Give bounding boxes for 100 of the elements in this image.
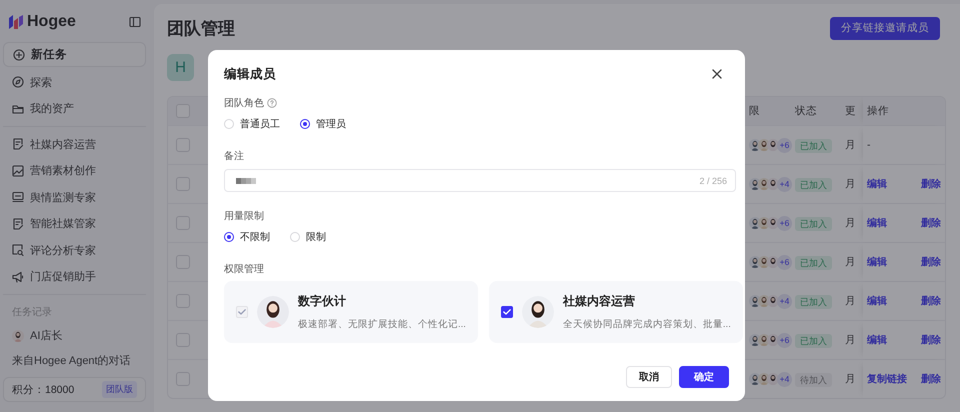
avatar-icon [749,373,761,385]
action-link[interactable]: 编辑 [867,294,887,308]
folder-icon [12,102,24,115]
nav-item[interactable]: 社媒内容运营 [3,131,146,158]
review-icon [12,244,24,256]
table-cell-text: 月 [845,177,857,191]
history-item[interactable]: 来自Hogee Agent的对话 [3,348,146,373]
avatar-icon [767,217,779,229]
sidebar-toggle-icon[interactable] [129,16,141,28]
checkbox[interactable] [500,306,513,318]
avatar-icon [767,256,779,268]
action-link[interactable]: 删除 [921,372,941,386]
page-title: 团队管理 [167,18,235,40]
logo-text: Hogee [27,13,76,31]
nav-item[interactable]: 我的资产 [3,96,146,122]
table-cell-text: 月 [845,255,857,269]
agent-description: 极速部署、无限扩展技能、个性化记... [298,318,466,331]
dialog-title: 编辑成员 [224,66,276,82]
check-icon [502,309,511,315]
agent-name: 社媒内容运营 [562,293,636,310]
team-avatar: H [167,54,194,81]
table-cell: - [867,139,870,151]
new-task-button[interactable]: 新任务 [3,42,146,67]
action-link[interactable]: 复制链接 [867,372,907,386]
action-link[interactable]: 删除 [921,177,941,191]
plan-badge: 团队版 [102,381,137,398]
radio-option[interactable]: 限制 [290,229,326,245]
avatar-icon [749,217,761,229]
status-tag: 已加入 [795,178,832,192]
column-header: 状态 [795,104,818,118]
table-cell-text: 月 [845,294,857,308]
agent-card[interactable]: 社媒内容运营 全天候协同品牌完成内容策划、批量... [488,281,743,343]
action-link[interactable]: 编辑 [867,216,887,230]
nav-item[interactable]: 营销素材创作 [3,158,146,184]
action-link[interactable]: 编辑 [867,255,887,269]
nav-item[interactable]: 舆情监测专家 [3,184,146,210]
history-item[interactable]: AI店长 [3,323,146,348]
avatar-icon [749,178,761,190]
column-header: 限 [749,104,761,118]
agent-name: 数字伙计 [298,293,347,310]
avatar-icon [767,178,779,190]
avatar-icon [749,334,761,346]
plus-circle-icon [13,48,25,60]
status-tag: 已加入 [795,295,832,309]
note-icon [12,218,24,230]
nav-item[interactable]: 智能社媒管家 [3,210,146,237]
count-badge: +6 [777,216,792,230]
table-cell-text: 月 [845,216,857,230]
action-link[interactable]: 删除 [921,294,941,308]
logo-icon [8,14,24,30]
table-cell-text: 月 [845,333,857,347]
field-label: 用量限制 [224,210,264,223]
action-link[interactable]: 删除 [921,255,941,269]
count-badge: +6 [777,254,792,270]
avatar-icon [749,256,761,268]
table-cell-text: 月 [845,372,857,386]
count-badge: +6 [777,332,792,348]
nav-item[interactable]: 评论分析专家 [3,237,146,264]
avatar-icon [767,373,779,385]
nav-item[interactable]: 门店促销助手 [3,264,146,290]
credits-text: 积分：18000 [12,382,74,396]
count-badge: +4 [777,176,792,192]
field-label: 团队角色 [224,97,264,110]
status-tag: 已加入 [795,334,832,348]
avatar-icon [767,334,779,346]
column-header: 更 [845,104,857,118]
radio-option[interactable]: 普通员工 [224,116,280,132]
action-link[interactable]: 编辑 [867,177,887,191]
column-header: 操作 [863,97,945,125]
field-label: 权限管理 [224,262,264,276]
nav-item[interactable]: 探索 [3,69,146,96]
avatar-icon [749,139,761,151]
monitor-icon [12,191,24,204]
avatar-icon [749,295,761,307]
count-badge: +6 [777,138,792,152]
close-icon[interactable] [712,69,722,79]
invite-button[interactable]: 分享链接邀请成员 [830,16,940,40]
radio-option[interactable]: 不限制 [224,229,270,245]
help-icon [267,98,277,108]
megaphone-icon [12,270,24,283]
action-link[interactable]: 删除 [921,216,941,230]
status-tag: 已加入 [795,256,832,270]
confirm-button[interactable]: 确定 [679,366,729,388]
agent-description: 全天候协同品牌完成内容策划、批量... [562,318,731,331]
compass-icon [12,76,24,88]
status-tag: 已加入 [795,139,832,153]
char-counter: 2 / 256 [699,176,727,186]
image-icon [12,164,24,177]
avatar-icon [767,139,779,151]
action-link[interactable]: 编辑 [867,333,887,347]
check-icon [238,309,246,315]
status-tag: 已加入 [795,217,832,231]
radio-option[interactable]: 管理员 [300,116,346,132]
table-cell-text: 月 [845,138,857,152]
avatar-icon [12,330,24,342]
action-link[interactable]: 删除 [921,333,941,347]
field-label: 备注 [224,150,244,163]
redacted-value [236,176,256,184]
cancel-button[interactable]: 取消 [626,366,672,388]
status-tag: 待加入 [795,373,832,387]
